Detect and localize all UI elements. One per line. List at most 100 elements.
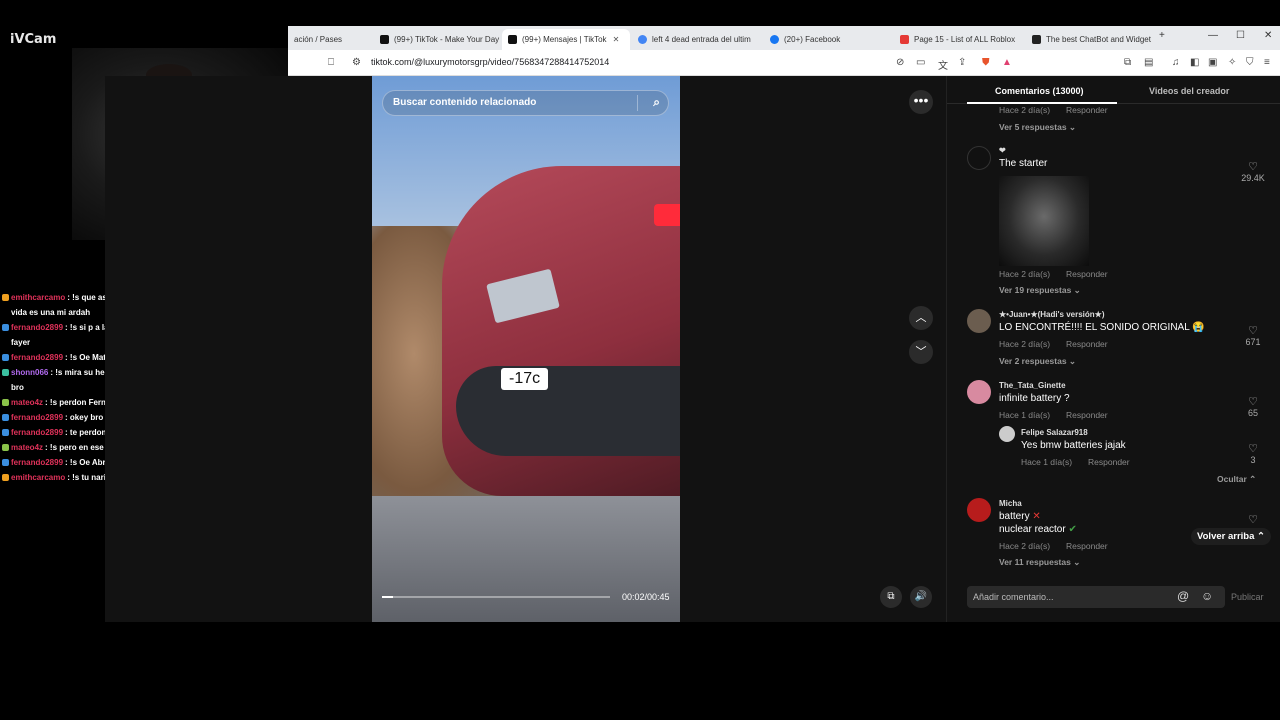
badge-icon — [2, 294, 9, 301]
view-replies-link[interactable]: Ver 11 respuestas ⌄ — [999, 557, 1080, 568]
tab-label: left 4 dead entrada del ultim — [652, 35, 751, 44]
bumper-shape — [456, 366, 680, 456]
tab-label: ación / Pases — [294, 35, 343, 44]
search-placeholder: Buscar contenido relacionado — [393, 97, 537, 108]
comment-meta: Hace 1 día(s) Responder — [999, 410, 1108, 420]
comment-image[interactable] — [999, 176, 1089, 266]
minimize-button[interactable]: — — [1208, 30, 1218, 41]
chat-username: mateo4z — [11, 398, 44, 407]
post-button[interactable]: Publicar — [1231, 592, 1264, 602]
close-window-button[interactable]: ✕ — [1264, 30, 1272, 41]
next-video-button[interactable]: ﹀ — [909, 340, 933, 364]
reply-link[interactable]: Responder — [1066, 541, 1108, 551]
avatar[interactable] — [967, 380, 991, 404]
browser-tab[interactable]: left 4 dead entrada del ultim — [632, 29, 760, 50]
heart-icon: ♡ — [1248, 161, 1258, 173]
url-text[interactable]: tiktok.com/@luxurymotorsgrp/video/756834… — [371, 57, 609, 67]
comment-username[interactable]: ❤ — [999, 146, 1006, 155]
volume-icon[interactable]: 🔊 — [910, 586, 932, 608]
emoji-icon[interactable]: ☺ — [1201, 589, 1213, 603]
like-count: 671 — [1245, 337, 1261, 347]
comment-username[interactable]: Micha — [999, 499, 1022, 508]
mini-player-icon[interactable]: ⧉ — [880, 586, 902, 608]
tab-comments[interactable]: Comentarios (13000) — [995, 86, 1084, 96]
like-button[interactable]: ♡ 65 — [1235, 395, 1271, 418]
extensions-icon[interactable]: ⧉ — [1124, 57, 1131, 68]
badge-icon — [2, 429, 9, 436]
brave-shield-icon[interactable]: ⛊ — [982, 57, 990, 68]
music-icon[interactable]: ♫ — [1172, 57, 1180, 68]
cast-icon[interactable]: ▭ — [916, 57, 925, 68]
rewards-icon[interactable]: ▲ — [1002, 57, 1012, 68]
heart-icon: ♡ — [1248, 443, 1258, 455]
share-icon[interactable]: ⇪ — [958, 57, 966, 68]
reply-link[interactable]: Responder — [1088, 457, 1130, 467]
chat-username: fernando2899 — [11, 458, 64, 467]
comments-panel: Comentarios (13000) Videos del creador H… — [946, 76, 1280, 622]
comment-username[interactable]: Felipe Salazar918 — [1021, 428, 1088, 437]
vpn-icon[interactable]: ⛉ — [1246, 57, 1254, 68]
chat-username: fernando2899 — [11, 428, 64, 437]
tab-label: The best ChatBot and Widget — [1046, 35, 1151, 44]
view-replies-link[interactable]: Ver 5 respuestas ⌄ — [999, 122, 1076, 133]
hide-replies-link[interactable]: Ocultar ⌃ — [1217, 474, 1256, 485]
menu-icon[interactable]: ≡ — [1264, 57, 1270, 68]
reply-link[interactable]: Responder — [1066, 339, 1108, 349]
like-button[interactable]: ♡ — [1235, 513, 1271, 526]
view-replies-link[interactable]: Ver 2 respuestas ⌄ — [999, 356, 1076, 367]
badge-icon — [2, 414, 9, 421]
new-tab-button[interactable]: + — [1159, 30, 1165, 41]
tracking-icon[interactable]: ⊘ — [896, 57, 904, 68]
heart-icon: ♡ — [1248, 396, 1258, 408]
related-search-input[interactable]: Buscar contenido relacionado ⌕ — [382, 90, 669, 116]
avatar[interactable] — [999, 426, 1015, 442]
tab-label: (99+) Mensajes | TikTok — [522, 35, 607, 44]
browser-tab[interactable]: (99+) TikTok - Make Your Day — [374, 29, 502, 50]
more-options-button[interactable]: ••• — [909, 90, 933, 114]
back-to-top-button[interactable]: Volver arriba ⌃ — [1191, 528, 1271, 545]
reply-link[interactable]: Responder — [1066, 410, 1108, 420]
browser-tab[interactable]: The best ChatBot and Widget — [1026, 29, 1154, 50]
chat-username: mateo4z — [11, 443, 44, 452]
comment-username[interactable]: ★•Juan•★(Hadi's versión★) — [999, 310, 1104, 319]
site-info-icon[interactable]: ⚙ — [352, 57, 361, 68]
panel-icon[interactable]: ◧ — [1190, 57, 1199, 68]
mention-icon[interactable]: @ — [1177, 589, 1189, 603]
like-button[interactable]: ♡ 3 — [1235, 442, 1271, 465]
chat-username: fernando2899 — [11, 353, 64, 362]
ai-icon[interactable]: ✧ — [1228, 57, 1236, 68]
wallet-icon[interactable]: ▣ — [1208, 57, 1217, 68]
progress-bar[interactable] — [382, 596, 610, 598]
reply-link[interactable]: Responder — [1066, 269, 1108, 279]
maximize-button[interactable]: ☐ — [1236, 30, 1245, 41]
sidebar-icon[interactable]: ▤ — [1144, 57, 1153, 68]
avatar[interactable] — [967, 309, 991, 333]
close-tab-icon[interactable]: ✕ — [613, 35, 620, 44]
comment-text-line: nuclear reactor ✔ — [999, 524, 1077, 535]
avatar[interactable] — [967, 498, 991, 522]
browser-tab[interactable]: (20+) Facebook — [764, 29, 892, 50]
view-replies-link[interactable]: Ver 19 respuestas ⌄ — [999, 285, 1081, 296]
video-player[interactable]: Buscar contenido relacionado ⌕ -17c 00:0… — [372, 76, 680, 622]
browser-tab-active[interactable]: (99+) Mensajes | TikTok ✕ — [502, 29, 630, 50]
like-button[interactable]: ♡ 671 — [1235, 324, 1271, 347]
badge-icon — [2, 324, 9, 331]
address-bar[interactable]: ⎕ ⚙ tiktok.com/@luxurymotorsgrp/video/75… — [288, 50, 1280, 76]
previous-video-button[interactable]: ︿ — [909, 306, 933, 330]
search-icon[interactable]: ⌕ — [653, 95, 660, 110]
bookmark-icon[interactable]: ⎕ — [328, 57, 334, 68]
browser-tab[interactable]: ación / Pases — [288, 29, 374, 50]
like-button[interactable]: ♡ 29.4K — [1235, 160, 1271, 183]
google-icon — [638, 35, 647, 44]
tab-creator-videos[interactable]: Videos del creador — [1149, 86, 1229, 96]
tab-label: Page 15 - List of ALL Roblox — [914, 35, 1016, 44]
chat-username: fernando2899 — [11, 413, 64, 422]
comment-input[interactable]: Añadir comentario... @ ☺ — [967, 586, 1225, 608]
avatar[interactable] — [967, 146, 991, 170]
translate-icon[interactable]: 文 — [938, 57, 948, 72]
browser-tab[interactable]: Page 15 - List of ALL Roblox — [894, 29, 1022, 50]
comment-username[interactable]: The_Tata_Ginette — [999, 381, 1066, 390]
reply-link[interactable]: Responder — [1066, 105, 1108, 115]
tab-label: (20+) Facebook — [784, 35, 841, 44]
progress-fill — [382, 596, 394, 598]
